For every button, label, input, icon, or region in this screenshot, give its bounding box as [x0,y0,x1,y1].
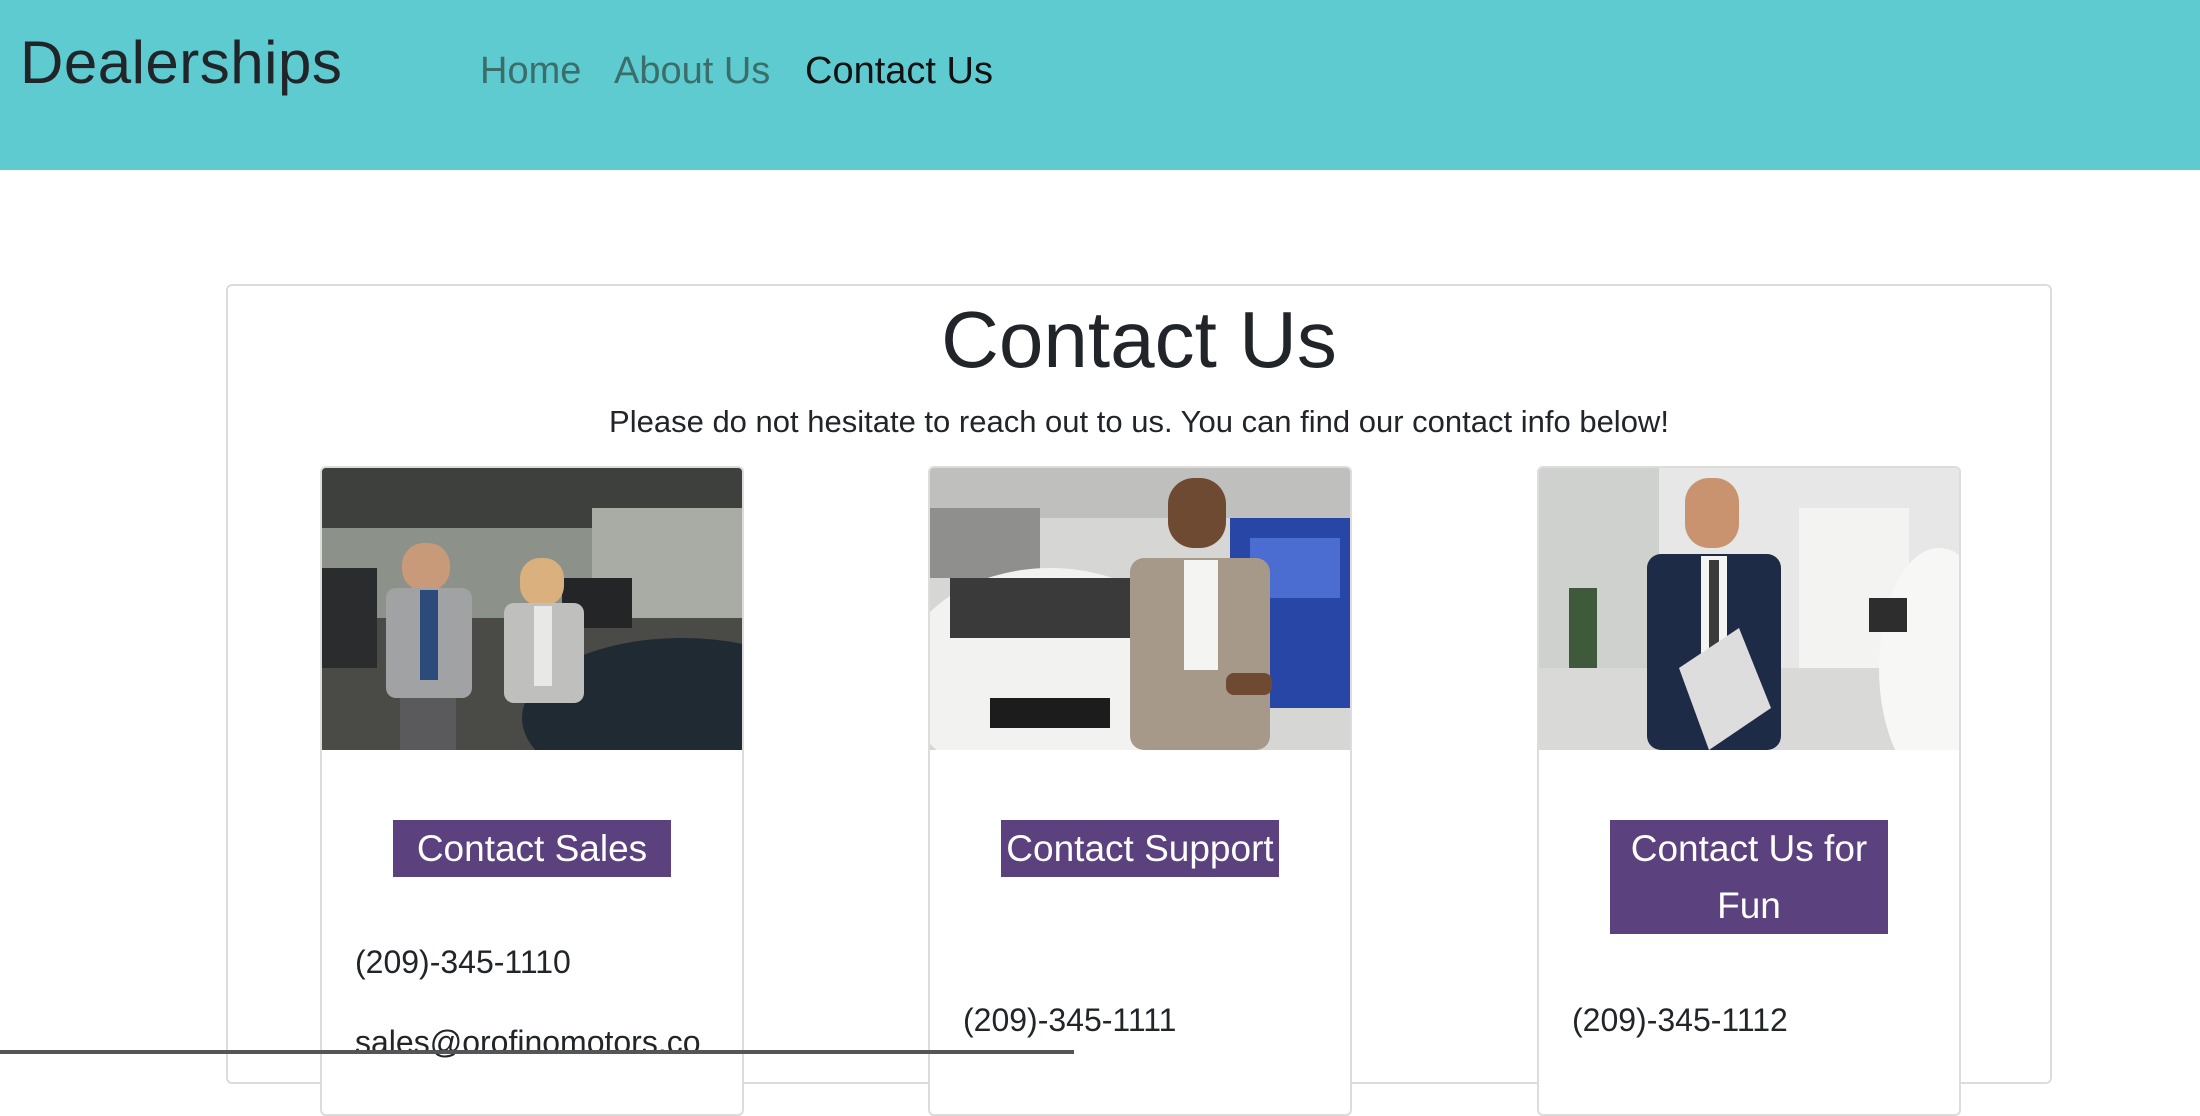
contact-card-sales: Contact Sales (209)-345-1110 sales@orofi… [320,466,744,1116]
top-navbar: Dealerships Home About Us Contact Us [0,0,2200,170]
contact-card-support: Contact Support (209)-345-1111 [928,466,1352,1116]
contact-sales-button[interactable]: Contact Sales [393,820,671,877]
contact-main-card: Contact Us Please do not hesitate to rea… [226,284,2052,1116]
nav-link-about-us[interactable]: About Us [614,50,770,93]
page-subtitle: Please do not hesitate to reach out to u… [609,404,1669,439]
fun-contact-photo [1539,468,1959,750]
contact-card-fun: Contact Us for Fun (209)-345-1112 [1537,466,1961,1116]
contact-support-button[interactable]: Contact Support [1001,820,1279,877]
brand-logo-link[interactable]: Dealerships [20,28,342,97]
page-title: Contact Us [941,295,1337,384]
contact-us-for-fun-button[interactable]: Contact Us for Fun [1610,820,1888,934]
support-phone: (209)-345-1111 [963,1002,1177,1038]
support-agent-photo [930,468,1350,750]
nav-link-home[interactable]: Home [480,50,581,93]
horizontal-scrollbar[interactable] [0,1050,1074,1054]
sales-email: sales@orofinomotors.co [355,1024,701,1060]
sales-phone: (209)-345-1110 [355,944,571,980]
sales-team-photo [322,468,742,750]
nav-link-contact-us[interactable]: Contact Us [805,50,993,93]
fun-phone: (209)-345-1112 [1572,1002,1788,1038]
